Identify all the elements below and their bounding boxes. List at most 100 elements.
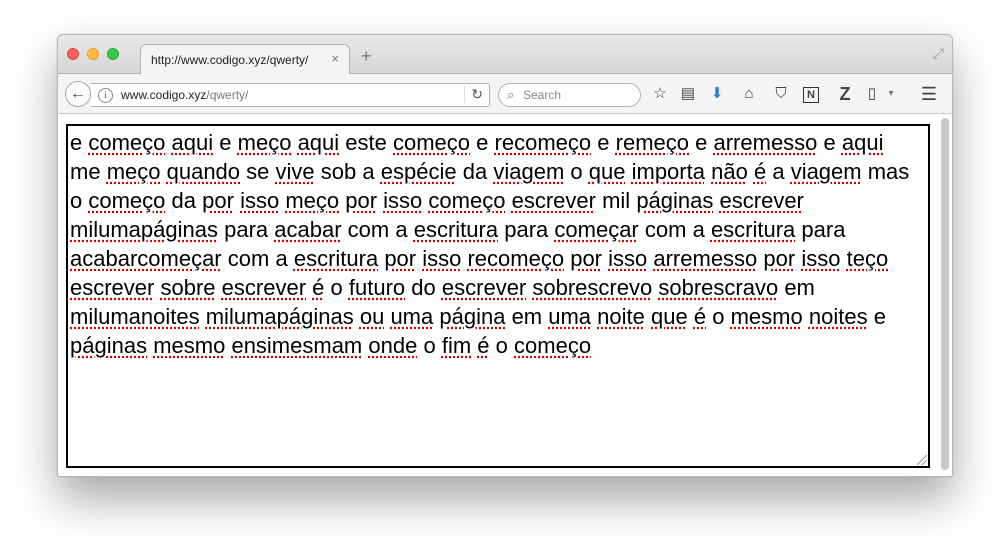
text-word: começo [428,188,506,213]
text-word: é [477,333,490,358]
text-word: recomeço [494,130,592,155]
text-word: para [801,217,846,242]
text-word: e [597,130,610,155]
browser-window: http://www.codigo.xyz/qwerty/ × + ⤢ ← i … [57,34,953,477]
text-word: vive [275,159,315,184]
text-word: da [171,188,197,213]
text-word: e [873,304,886,329]
text-word: começo [88,188,166,213]
text-word: acabar [274,217,342,242]
text-word: não [711,159,748,184]
text-word: arremesso [653,246,758,271]
text-word: ensimesmam [231,333,363,358]
chevron-down-icon[interactable]: ▾ [880,83,902,105]
text-word: milumanoites [70,304,200,329]
text-word: meço [237,130,292,155]
text-word: mesmo [153,333,226,358]
text-area-content: e começo aqui e meço aqui este começo e … [70,128,916,360]
fullscreen-icon[interactable]: ⤢ [933,45,944,62]
url-path: /qwerty/ [206,88,249,102]
text-word: sobrescrevo [532,275,653,300]
text-word: remeço [615,130,689,155]
text-word: por [345,188,378,213]
text-word: a [692,217,705,242]
menu-icon[interactable]: ☰ [918,83,940,105]
tab-close-icon[interactable]: × [331,51,339,66]
text-word: futuro [348,275,406,300]
text-word: páginas [70,333,148,358]
text-word: em [511,304,543,329]
text-word: espécie [380,159,457,184]
url-text: www.codigo.xyz/qwerty/ [121,88,248,102]
text-word: fim [441,333,472,358]
text-word: e [219,130,232,155]
reading-list-icon[interactable]: ▤ [677,83,699,105]
text-word: viagem [790,159,862,184]
bookmark-star-icon[interactable]: ☆ [649,83,671,105]
site-info-icon[interactable]: i [98,88,113,103]
scrollbar[interactable] [941,118,949,470]
reload-icon[interactable]: ↻ [464,86,483,103]
text-word: isso [608,246,648,271]
browser-tab[interactable]: http://www.codigo.xyz/qwerty/ × [140,44,350,74]
search-input[interactable]: ⌕ Search [498,83,641,107]
url-bar[interactable]: i www.codigo.xyz/qwerty/ ↻ [91,83,490,107]
text-word: viagem [493,159,565,184]
downloads-icon[interactable]: ⬇ [706,83,728,105]
text-word: que [588,159,626,184]
text-word: da [462,159,488,184]
text-word: escritura [413,217,499,242]
text-word: o [495,333,508,358]
text-word: escritura [710,217,796,242]
text-word: sobre [160,275,216,300]
text-word: com [347,217,390,242]
text-word: e [70,130,83,155]
text-word: escrever [70,275,155,300]
text-word: é [312,275,325,300]
text-word: para [224,217,269,242]
text-word: sobrescravo [658,275,779,300]
text-word: aqui [171,130,214,155]
minimize-window-button[interactable] [87,48,99,60]
text-word: meço [285,188,340,213]
text-word: a [395,217,408,242]
text-word: acabarcomeçar [70,246,222,271]
text-word: do [411,275,436,300]
text-word: noite [597,304,645,329]
new-tab-button[interactable]: + [361,47,372,65]
text-word: se [246,159,270,184]
text-word: e [695,130,708,155]
text-word: milumapáginas [205,304,354,329]
text-word: o [423,333,436,358]
text-word: importa [631,159,705,184]
text-word: para [504,217,549,242]
back-button[interactable]: ← [65,81,91,107]
text-word: mil [602,188,631,213]
text-word: o [330,275,343,300]
onenote-icon[interactable]: N [803,87,819,103]
text-word: por [763,246,796,271]
title-bar: http://www.codigo.xyz/qwerty/ × + ⤢ [58,35,952,74]
text-word: é [693,304,707,329]
resize-grip-icon[interactable] [917,455,927,465]
text-word: o [70,188,83,213]
text-area[interactable]: e começo aqui e meço aqui este começo e … [66,124,930,468]
home-icon[interactable]: ⌂ [738,83,760,105]
text-word: isso [422,246,462,271]
text-word: a [362,159,375,184]
text-word: quando [166,159,241,184]
close-window-button[interactable] [67,48,79,60]
pocket-icon[interactable]: ⛉ [770,83,792,105]
text-word: por [202,188,234,213]
text-word: a [772,159,785,184]
text-word: isso [383,188,423,213]
text-word: por [570,246,602,271]
search-placeholder: Search [523,88,562,102]
text-word: e [476,130,489,155]
zoom-window-button[interactable] [107,48,119,60]
text-word: em [784,275,815,300]
text-word: isso [801,246,841,271]
zotero-icon[interactable]: Z [834,83,856,105]
text-word: me [70,159,101,184]
text-word: teço [846,246,889,271]
